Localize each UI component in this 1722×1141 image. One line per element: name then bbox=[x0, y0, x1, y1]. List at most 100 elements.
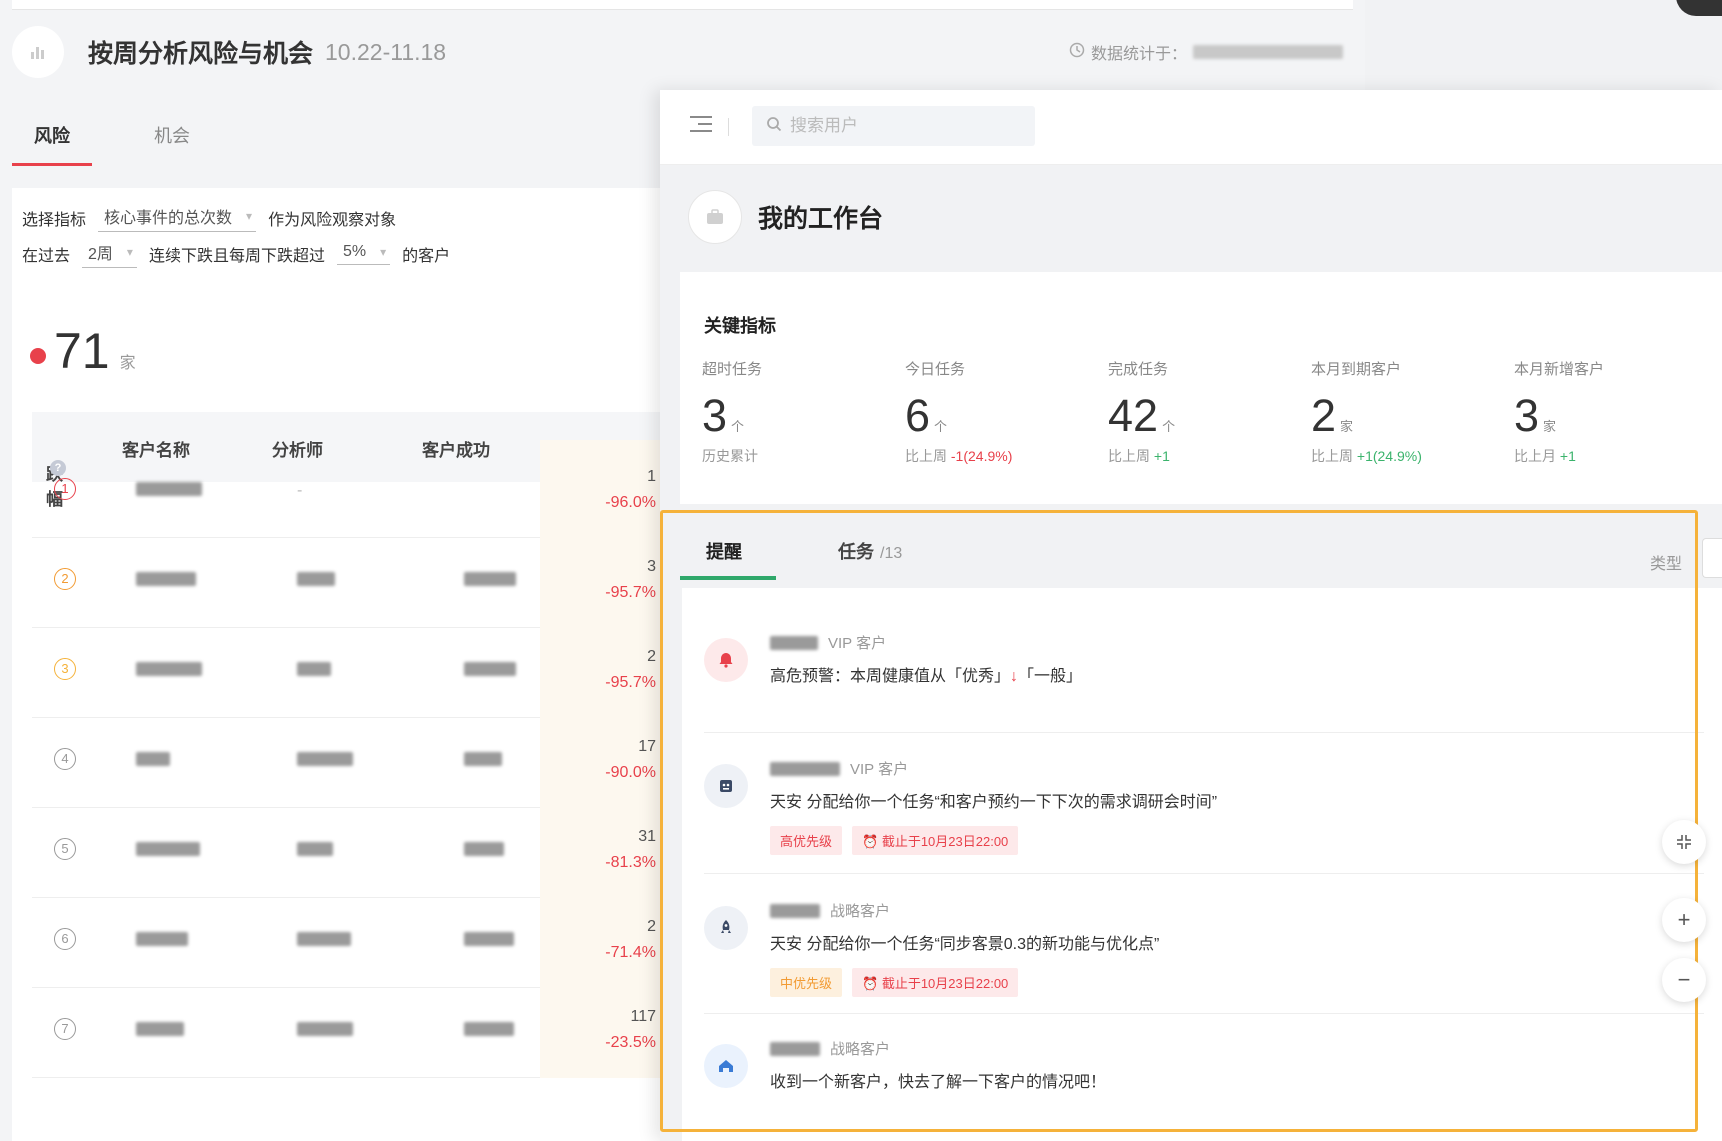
table-row[interactable]: 1 - 1 -96.0% bbox=[32, 440, 672, 538]
cs-redacted bbox=[464, 842, 504, 856]
priority-badge: 高优先级 bbox=[770, 826, 843, 855]
last-week-value: 2 bbox=[647, 648, 656, 665]
change-percent: -95.7% bbox=[605, 674, 656, 691]
cs-redacted bbox=[464, 932, 514, 946]
change-percent: -23.5% bbox=[605, 1034, 656, 1051]
separator bbox=[728, 118, 729, 136]
compare-delta: +1(24.9%) bbox=[1356, 448, 1422, 464]
metric-value-row: 42 个 bbox=[1108, 393, 1308, 438]
workspace-header: 我的工作台 bbox=[688, 190, 883, 244]
cs-redacted bbox=[464, 752, 502, 766]
message-suffix: 「一般」 bbox=[1018, 668, 1083, 685]
analyst-redacted bbox=[297, 842, 333, 856]
search-input[interactable] bbox=[790, 116, 1010, 136]
metric-unit: 家 bbox=[1543, 419, 1557, 434]
alarm-bell-icon bbox=[704, 638, 748, 682]
zoom-out-icon[interactable]: − bbox=[1662, 958, 1706, 1002]
tab-reminders[interactable]: 提醒 bbox=[680, 538, 776, 580]
task-message: 天安 分配给你一个任务“和客户预约一下下次的需求调研会时间” bbox=[770, 794, 1218, 811]
metric-label: 本月到期客户 bbox=[1311, 361, 1402, 378]
compare-label: 比上周 bbox=[905, 448, 947, 464]
change-percent: -81.3% bbox=[605, 854, 656, 871]
compare-label: 比上月 bbox=[1514, 448, 1556, 464]
metric-unit: 个 bbox=[934, 419, 948, 434]
table-row[interactable]: 4 17 -90.0% bbox=[32, 710, 672, 808]
customer-tag: 战略客户 bbox=[830, 903, 891, 920]
tab-tasks[interactable]: 任务/13 bbox=[838, 538, 902, 564]
table-row[interactable]: 3 2 -95.7% bbox=[32, 620, 672, 718]
last-week-cell: 117 -23.5% bbox=[540, 980, 672, 1078]
divider bbox=[704, 1013, 1704, 1014]
customer-line: VIP 客户 bbox=[770, 758, 908, 779]
collapse-icon[interactable] bbox=[1662, 820, 1706, 864]
metric-item[interactable]: 本月到期客户 2 家比上周 +1(24.9%) bbox=[1311, 358, 1511, 466]
feed-tabs: 提醒 任务/13 类型 bbox=[660, 508, 1722, 580]
customer-tag: VIP 客户 bbox=[828, 635, 887, 652]
analyst-redacted bbox=[297, 752, 353, 766]
metric-select[interactable]: 核心事件的总次数 ▾ bbox=[98, 204, 257, 232]
metric-value: 3 bbox=[1514, 390, 1540, 441]
risk-count: 71 家 bbox=[30, 322, 136, 380]
metrics-title: 关键指标 bbox=[704, 316, 776, 336]
reminder-message: 高危预警：本周健康值从「优秀」↓「一般」 bbox=[770, 662, 1082, 686]
customer-name-redacted bbox=[770, 1041, 820, 1056]
support-icon bbox=[704, 764, 748, 808]
table-row[interactable]: 2 3 -95.7% bbox=[32, 530, 672, 628]
metric-select-value: 核心事件的总次数 bbox=[104, 210, 233, 227]
table-row[interactable]: 7 117 -23.5% bbox=[32, 980, 672, 1078]
customer-name-redacted bbox=[136, 482, 202, 496]
last-week-cell: 1 -96.0% bbox=[540, 440, 672, 538]
metric-value: 3 bbox=[702, 390, 728, 441]
customer-name-redacted bbox=[136, 572, 196, 586]
metric-item[interactable]: 今日任务 6 个比上周 -1(24.9%) bbox=[905, 358, 1105, 466]
task-tags: 中优先级 ⏰ 截止于10月23日22:00 bbox=[770, 968, 1019, 997]
deadline-badge: ⏰ 截止于10月23日22:00 bbox=[852, 968, 1019, 997]
metric-unit: 家 bbox=[1340, 419, 1354, 434]
tab-risk[interactable]: 风险 bbox=[12, 122, 132, 166]
metric-item[interactable]: 本月新增客户 3 家比上月 +1 bbox=[1514, 358, 1714, 466]
period-select[interactable]: 2周 ▾ bbox=[82, 240, 137, 268]
type-filter-select[interactable] bbox=[1702, 538, 1722, 578]
tab-opportunity[interactable]: 机会 bbox=[132, 122, 252, 166]
filter-suffix: 作为风险观察对象 bbox=[268, 212, 397, 229]
menu-icon[interactable] bbox=[690, 116, 712, 137]
table-row[interactable]: 6 2 -71.4% bbox=[32, 890, 672, 988]
metric-item[interactable]: 完成任务 42 个比上周 +1 bbox=[1108, 358, 1308, 466]
period-middle-text: 连续下跌且每周下跌超过 bbox=[148, 248, 325, 265]
metric-label: 今日任务 bbox=[905, 361, 966, 378]
customer-tag: 战略客户 bbox=[830, 1041, 891, 1058]
zoom-in-icon[interactable]: + bbox=[1662, 898, 1706, 942]
last-week-value: 17 bbox=[638, 738, 656, 755]
cs-redacted bbox=[464, 572, 516, 586]
metric-compare: 历史累计 bbox=[702, 446, 902, 466]
stat-time-redacted bbox=[1193, 45, 1343, 59]
last-week-value: 2 bbox=[647, 918, 656, 935]
last-week-value: 1 bbox=[647, 468, 656, 485]
rank-badge: 6 bbox=[54, 928, 76, 950]
compare-delta: +1 bbox=[1559, 448, 1576, 464]
cs-redacted bbox=[464, 662, 516, 676]
type-filter-label: 类型 bbox=[1649, 556, 1682, 573]
change-percent: -95.7% bbox=[605, 584, 656, 601]
deadline-text: 截止于10月23日22:00 bbox=[881, 834, 1009, 849]
stat-label: 数据统计于： bbox=[1090, 46, 1187, 63]
analyst-empty: - bbox=[297, 482, 303, 499]
date-range: 10.22-11.18 bbox=[325, 38, 447, 65]
metric-item[interactable]: 超时任务 3 个历史累计 bbox=[702, 358, 902, 466]
home-icon bbox=[704, 1044, 748, 1088]
threshold-select[interactable]: 5% ▾ bbox=[336, 243, 391, 265]
customer-name-redacted bbox=[136, 662, 202, 676]
rocket-icon bbox=[704, 906, 748, 950]
last-week-cell: 2 -71.4% bbox=[540, 890, 672, 988]
metric-value-row: 3家 bbox=[1514, 393, 1714, 438]
change-percent: -71.4% bbox=[605, 944, 656, 961]
notice-message: 收到一个新客户，快去了解一下客户的情况吧！ bbox=[770, 1074, 1107, 1091]
chevron-down-icon: ▾ bbox=[126, 245, 133, 259]
top-bar bbox=[660, 90, 1722, 165]
threshold-select-value: 5% bbox=[342, 243, 367, 260]
customer-name-redacted bbox=[770, 635, 818, 650]
top-divider bbox=[12, 0, 1353, 10]
table-row[interactable]: 5 31 -81.3% bbox=[32, 800, 672, 898]
last-week-cell: 3 -95.7% bbox=[540, 530, 672, 628]
rank-badge: 5 bbox=[54, 838, 76, 860]
